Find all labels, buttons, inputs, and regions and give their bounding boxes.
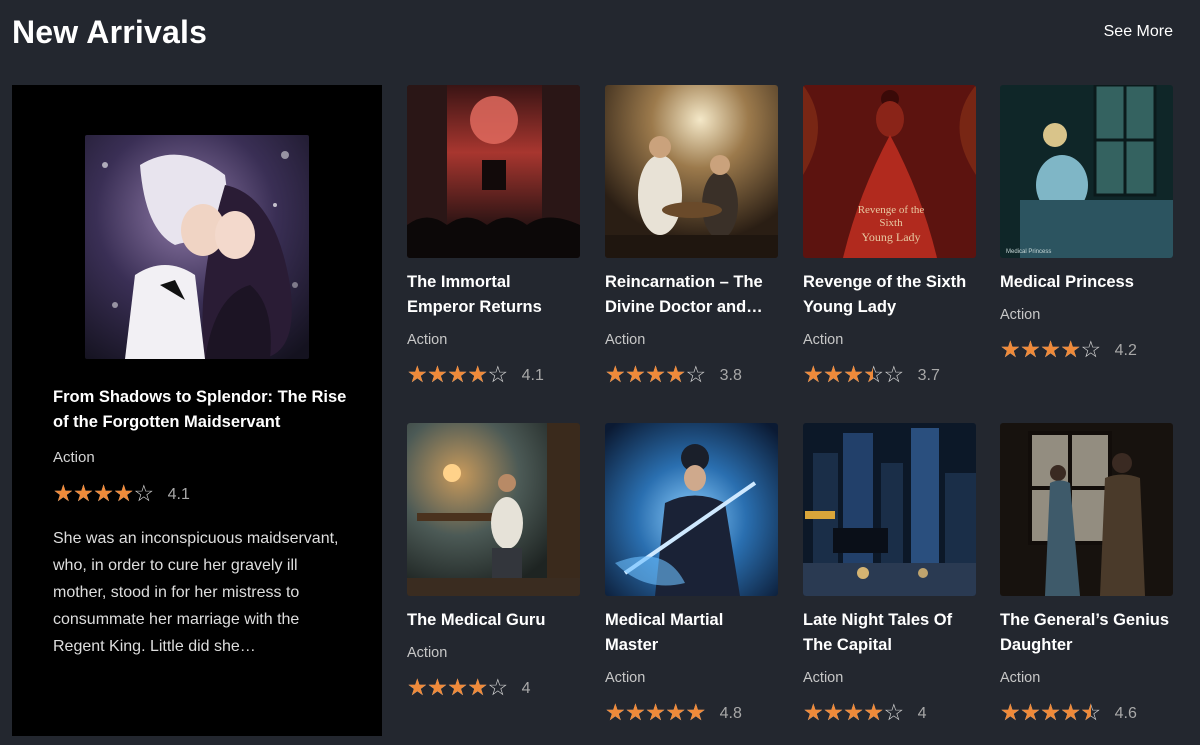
book-genre: Action	[803, 670, 844, 686]
star-rating-icon: ☆☆☆☆☆★★★★★	[803, 699, 904, 725]
book-card[interactable]: Medical Martial Master Action ☆☆☆☆☆ ★★★★★…	[605, 423, 778, 724]
book-genre: Action	[605, 332, 646, 348]
book-cover-image[interactable]: Revenge of the Sixth Young Lady	[803, 85, 976, 258]
book-cover-image[interactable]	[407, 85, 580, 258]
star-rating-icon: ☆☆☆☆☆★★★★★	[605, 361, 706, 387]
book-genre: Action	[803, 332, 844, 348]
book-card[interactable]: Revenge of the Sixth Young Lady Revenge …	[803, 85, 976, 386]
book-title[interactable]: The Medical Guru	[407, 608, 580, 633]
rating-value: 4.1	[521, 367, 544, 384]
book-title[interactable]: Revenge of the Sixth Young Lady	[803, 270, 976, 320]
book-title[interactable]: Late Night Tales Of The Capital	[803, 608, 976, 658]
book-genre: Action	[1000, 307, 1041, 323]
book-cover-image[interactable]	[1000, 423, 1173, 596]
book-card[interactable]: The Immortal Emperor Returns Action ☆☆☆☆…	[407, 85, 580, 386]
book-title[interactable]: The General’s Genius Daughter	[1000, 608, 1173, 658]
rating-value: 4.2	[1114, 342, 1137, 359]
star-rating-icon: ☆☆☆☆☆★★★★★	[407, 674, 508, 700]
star-rating-icon: ☆☆☆☆☆★★★★★	[1000, 336, 1101, 362]
rating-value: 3.7	[917, 367, 940, 384]
book-rating: ☆☆☆☆☆★★★★★ 4	[407, 675, 580, 699]
featured-genre: Action	[53, 449, 95, 466]
star-rating-icon: ☆☆☆☆☆★★★★★	[1000, 699, 1101, 725]
book-card[interactable]: The Medical Guru Action ☆☆☆☆☆★★★★★ 4	[407, 423, 580, 699]
book-genre: Action	[407, 332, 448, 348]
book-rating: ☆☆☆☆☆★★★★★ 4.6	[1000, 700, 1173, 724]
book-rating: ☆☆☆☆☆★★★★★ 4.1	[407, 362, 580, 386]
featured-title[interactable]: From Shadows to Splendor: The Rise of th…	[53, 385, 353, 435]
book-cover-image[interactable]	[407, 423, 580, 596]
rating-value: 3.8	[719, 367, 742, 384]
cover-text-line: Sixth	[879, 217, 903, 229]
book-cover-image[interactable]	[605, 85, 778, 258]
book-title[interactable]: Medical Princess	[1000, 270, 1173, 295]
book-rating: ☆☆☆☆☆★★★★★ 4.2	[1000, 337, 1173, 361]
book-title[interactable]: Medical Martial Master	[605, 608, 778, 658]
star-rating-icon: ☆☆☆☆☆★★★★★	[407, 361, 508, 387]
book-card[interactable]: The General’s Genius Daughter Action ☆☆☆…	[1000, 423, 1173, 724]
book-genre: Action	[1000, 670, 1041, 686]
star-rating-icon: ☆☆☆☆☆★★★★★	[803, 361, 904, 387]
rating-value: 4	[917, 705, 927, 722]
book-rating: ☆☆☆☆☆ ★★★★★ 4.8	[605, 700, 778, 724]
book-rating: ☆☆☆☆☆★★★★★ 3.8	[605, 362, 778, 386]
book-cover-image[interactable]	[605, 423, 778, 596]
featured-description: She was an inconspicuous maidservant, wh…	[53, 530, 339, 655]
book-rating: ☆☆☆☆☆★★★★★ 3.7	[803, 362, 976, 386]
book-cover-image[interactable]: Medical Princess	[1000, 85, 1173, 258]
cover-text-line: Medical Princess	[1006, 249, 1051, 255]
book-title[interactable]: Reincarnation – The Divine Doctor and…	[605, 270, 778, 320]
featured-rating: ☆☆☆☆☆★★★★★ 4.1	[53, 481, 190, 505]
book-card[interactable]: Late Night Tales Of The Capital Action ☆…	[803, 423, 976, 724]
section-title: New Arrivals	[12, 13, 208, 50]
book-cover-image[interactable]	[803, 423, 976, 596]
star-rating-icon: ☆☆☆☆☆★★★★★	[605, 699, 706, 725]
book-card[interactable]: Reincarnation – The Divine Doctor and… A…	[605, 85, 778, 386]
cover-text-line: Revenge of the	[858, 204, 925, 216]
cover-text-line: Young Lady	[861, 230, 920, 244]
featured-cover-image[interactable]	[85, 135, 309, 359]
book-genre: Action	[605, 670, 646, 686]
section-header: New Arrivals See More	[12, 10, 1173, 54]
book-genre: Action	[407, 645, 448, 661]
rating-value: 4.8	[719, 705, 742, 722]
rating-value: 4.1	[167, 486, 190, 503]
book-card[interactable]: Medical Princess Medical Princess Action…	[1000, 85, 1173, 361]
star-rating-icon: ☆☆☆☆☆★★★★★	[53, 480, 154, 506]
featured-book-card[interactable]: From Shadows to Splendor: The Rise of th…	[12, 85, 382, 736]
rating-value: 4	[521, 680, 531, 697]
rating-value: 4.6	[1114, 705, 1137, 722]
book-rating: ☆☆☆☆☆★★★★★ 4	[803, 700, 976, 724]
see-more-link[interactable]: See More	[1104, 23, 1173, 41]
book-title[interactable]: The Immortal Emperor Returns	[407, 270, 580, 320]
